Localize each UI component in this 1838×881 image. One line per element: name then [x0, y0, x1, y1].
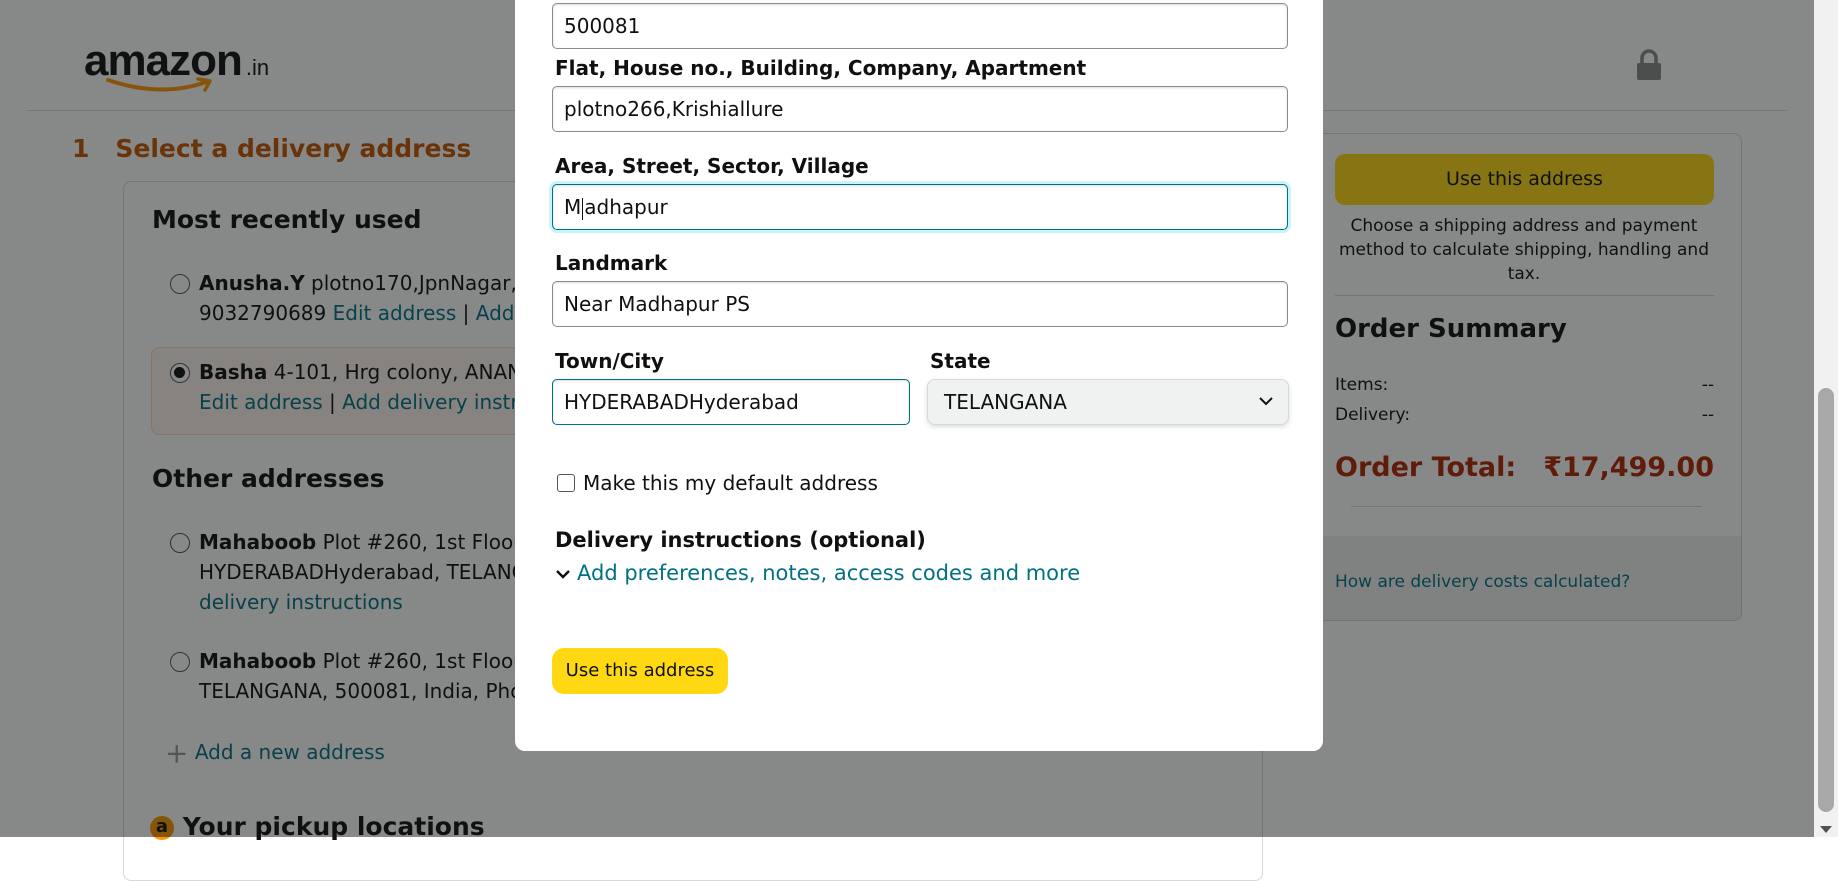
area-label: Area, Street, Sector, Village: [555, 154, 869, 178]
use-this-address-button[interactable]: Use this address: [552, 648, 728, 694]
address-form-modal: 500081 Flat, House no., Building, Compan…: [515, 0, 1323, 751]
area-field[interactable]: Madhapur: [552, 184, 1288, 230]
landmark-label: Landmark: [555, 251, 668, 275]
flat-label: Flat, House no., Building, Company, Apar…: [555, 56, 1087, 80]
area-value-before: M: [564, 195, 582, 219]
scrollbar-thumb[interactable]: [1818, 388, 1834, 812]
city-field[interactable]: HYDERABADHyderabad: [552, 379, 910, 425]
default-address-checkbox[interactable]: [557, 474, 575, 492]
area-value-after: adhapur: [584, 195, 668, 219]
add-preferences-link[interactable]: Add preferences, notes, access codes and…: [555, 561, 1080, 585]
city-label: Town/City: [555, 349, 664, 373]
state-label: State: [930, 349, 991, 373]
state-value: TELANGANA: [944, 390, 1067, 414]
chevron-down-icon: [1259, 397, 1273, 406]
landmark-field[interactable]: Near Madhapur PS: [552, 281, 1288, 327]
delivery-instructions-title: Delivery instructions (optional): [555, 528, 926, 552]
page-scrollbar[interactable]: [1814, 0, 1838, 837]
scroll-down-icon[interactable]: [1820, 826, 1832, 833]
add-preferences-label: Add preferences, notes, access codes and…: [577, 561, 1081, 585]
state-select[interactable]: TELANGANA: [927, 379, 1289, 425]
flat-field[interactable]: plotno266,Krishiallure: [552, 86, 1288, 132]
pincode-field[interactable]: 500081: [552, 3, 1288, 49]
chevron-down-icon: [556, 570, 570, 579]
default-address-label[interactable]: Make this my default address: [583, 471, 878, 495]
